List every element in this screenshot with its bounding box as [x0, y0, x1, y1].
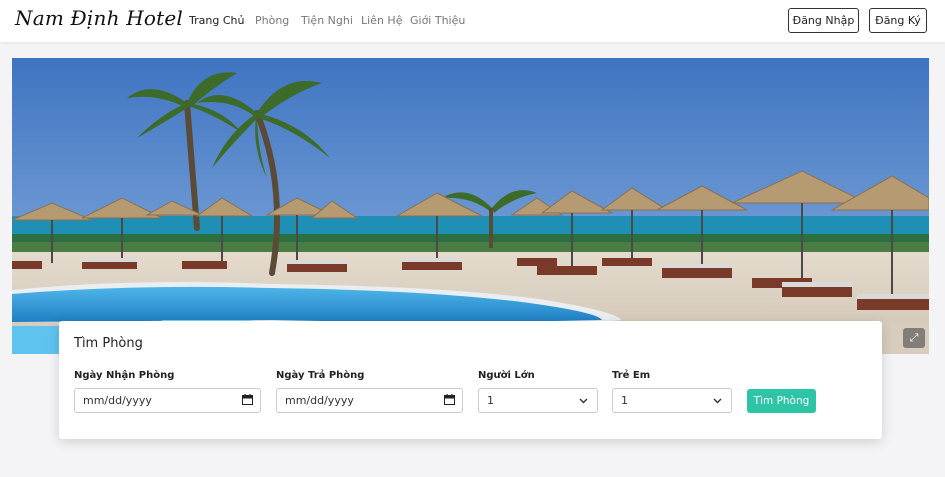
- login-button[interactable]: Đăng Nhập: [788, 8, 859, 33]
- children-label: Trẻ Em: [612, 370, 651, 381]
- adults-value: 1: [487, 394, 494, 407]
- expand-icon[interactable]: ⤢: [903, 328, 925, 348]
- checkout-date-value: mm/dd/yyyy: [285, 394, 354, 407]
- adults-select[interactable]: 1: [478, 388, 598, 413]
- checkin-label: Ngày Nhận Phòng: [74, 370, 175, 381]
- checkout-label: Ngày Trả Phòng: [276, 370, 365, 381]
- children-select[interactable]: 1: [612, 388, 732, 413]
- chevron-down-icon: [713, 398, 722, 404]
- calendar-icon[interactable]: [444, 394, 455, 405]
- nav-link-about[interactable]: Giới Thiệu: [410, 14, 465, 27]
- room-search-card: Tìm Phòng Ngày Nhận Phòng mm/dd/yyyy Ngà…: [59, 321, 882, 439]
- checkin-date-value: mm/dd/yyyy: [83, 394, 152, 407]
- checkout-date-input[interactable]: mm/dd/yyyy: [276, 388, 463, 413]
- checkin-date-input[interactable]: mm/dd/yyyy: [74, 388, 261, 413]
- nav-link-amenities[interactable]: Tiện Nghi: [301, 14, 353, 27]
- search-rooms-button[interactable]: Tìm Phòng: [747, 389, 816, 413]
- nav-link-contact[interactable]: Liên Hệ: [361, 14, 402, 27]
- chevron-down-icon: [579, 398, 588, 404]
- children-value: 1: [621, 394, 628, 407]
- hero-image: ⤢: [12, 58, 929, 354]
- navbar: Nam Định Hotel Trang Chủ Phòng Tiện Nghi…: [0, 0, 945, 42]
- search-title: Tìm Phòng: [74, 336, 143, 351]
- register-button[interactable]: Đăng Ký: [869, 8, 927, 33]
- nav-link-home[interactable]: Trang Chủ: [189, 14, 244, 27]
- brand-logo[interactable]: Nam Định Hotel: [15, 6, 183, 30]
- beach-resort-illustration: [12, 58, 929, 354]
- calendar-icon[interactable]: [242, 394, 253, 405]
- nav-link-rooms[interactable]: Phòng: [255, 14, 289, 27]
- adults-label: Người Lớn: [478, 370, 535, 381]
